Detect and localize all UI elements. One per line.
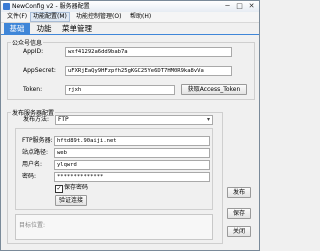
- close-icon[interactable]: ✕: [246, 2, 257, 10]
- test-connection-button[interactable]: 验证连接: [55, 195, 87, 206]
- menu-bar: 文件(F) 功能配置(M) 功能控制管理(O) 帮助(H): [1, 12, 259, 23]
- username-field[interactable]: ylqwrd: [54, 160, 210, 170]
- username-label: 用户名:: [22, 161, 43, 168]
- tab-menu-manage[interactable]: 菜单管理: [59, 23, 95, 34]
- app-window: NewConfig v2 - 服务器配置 ─ □ ✕ 文件(F) 功能配置(M)…: [0, 0, 260, 251]
- window-title: NewConfig v2 - 服务器配置: [12, 3, 90, 10]
- menu-function-config[interactable]: 功能配置(M): [30, 12, 70, 22]
- site-path-field[interactable]: web: [54, 148, 210, 158]
- save-password-label: 保存密码: [64, 184, 89, 191]
- ftp-server-label: FTP服务器:: [22, 137, 53, 144]
- menu-control-manage[interactable]: 功能控制管理(O): [74, 13, 123, 21]
- password-field[interactable]: **************: [54, 172, 210, 182]
- appid-label: AppID:: [23, 48, 44, 55]
- publish-method-value: FTP: [58, 116, 69, 123]
- publish-method-select[interactable]: FTP ▾: [55, 115, 213, 125]
- publish-method-label: 发布方法:: [23, 116, 50, 123]
- save-password-checkbox[interactable]: ✓: [55, 185, 63, 193]
- appsecret-field[interactable]: uFXRjEaQy9HFzpfh25gKGC25Ye6DT7HM0R9ka8vV…: [65, 66, 232, 76]
- maximize-icon[interactable]: □: [234, 2, 245, 10]
- tab-underline: [1, 34, 259, 35]
- password-label: 密码:: [22, 173, 37, 180]
- close-button[interactable]: 关闭: [227, 226, 251, 237]
- token-field[interactable]: rjxh: [65, 85, 175, 95]
- save-button[interactable]: 保存: [227, 208, 251, 219]
- account-group-title: 公众号信息: [11, 38, 44, 47]
- menu-file[interactable]: 文件(F): [5, 13, 29, 21]
- menu-help[interactable]: 帮助(H): [128, 13, 153, 21]
- tab-bar: 基础 功能 菜单管理: [1, 23, 259, 34]
- tab-basic[interactable]: 基础: [4, 23, 30, 34]
- tab-function[interactable]: 功能: [32, 23, 56, 34]
- title-bar: NewConfig v2 - 服务器配置 ─ □ ✕: [1, 1, 259, 12]
- get-access-token-button[interactable]: 获取Access_Token: [181, 84, 247, 95]
- chevron-down-icon: ▾: [206, 116, 210, 123]
- appid-field[interactable]: wxf41292a6dd9bab7a: [65, 47, 232, 57]
- minimize-icon[interactable]: ─: [222, 2, 233, 10]
- publish-button[interactable]: 发布: [227, 187, 251, 198]
- appsecret-label: AppSecret:: [23, 67, 56, 74]
- target-location-label: 目标位置:: [19, 222, 46, 229]
- token-label: Token:: [23, 86, 43, 93]
- app-icon: [3, 3, 10, 10]
- ftp-server-field[interactable]: hftd89t.90aiji.net: [54, 136, 210, 146]
- site-path-label: 站点路径:: [22, 149, 49, 156]
